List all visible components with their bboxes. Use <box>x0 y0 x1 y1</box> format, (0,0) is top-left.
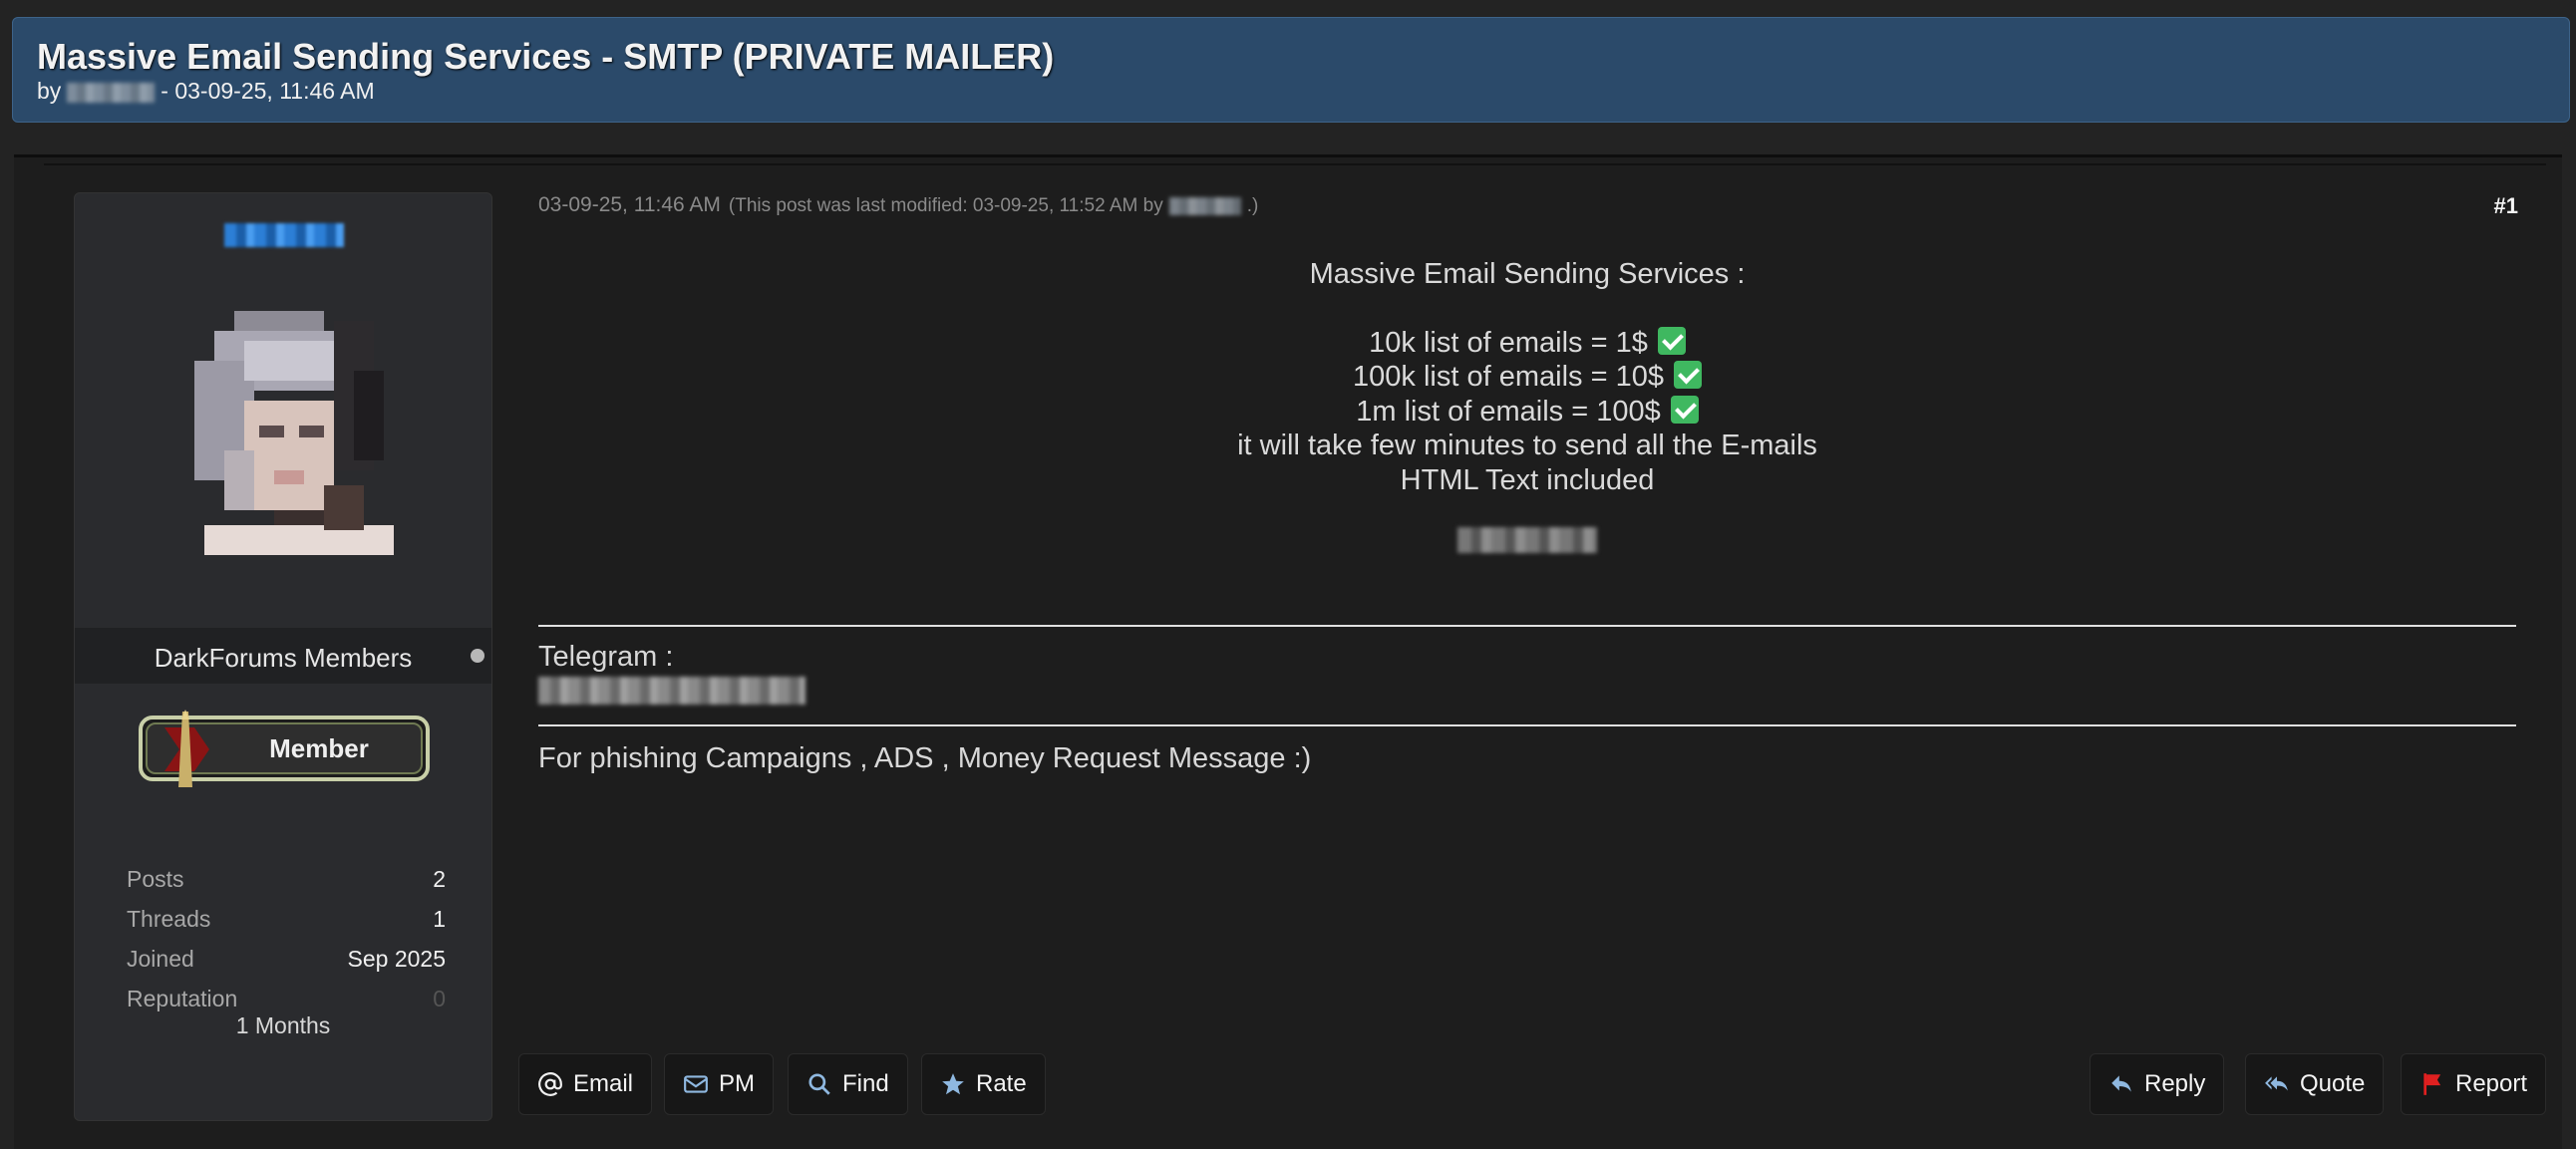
stat-label: Threads <box>127 906 211 932</box>
telegram-handle <box>538 677 805 705</box>
report-button-label: Report <box>2455 1070 2528 1097</box>
member-group-bar: DarkForums Members <box>75 628 491 684</box>
reply-arrow-icon <box>2111 1075 2131 1092</box>
redacted-line <box>538 527 2516 562</box>
author-avatar[interactable] <box>184 311 394 555</box>
stat-threads: Threads 1 <box>127 899 446 939</box>
modified-suffix: .) <box>1246 195 1259 216</box>
report-button[interactable]: Report <box>2401 1053 2547 1115</box>
offer-text: 10k list of emails = 1$ <box>1369 326 1648 359</box>
offer-line: 100k list of emails = 10$ <box>538 360 2516 395</box>
post-modified-note: (This post was last modified: 03-09-25, … <box>729 195 1258 216</box>
email-button-label: Email <box>573 1070 634 1097</box>
star-icon <box>942 1073 964 1095</box>
check-mark-icon <box>1670 395 1699 424</box>
post-top-divider <box>44 163 2546 165</box>
redacted-text <box>1457 527 1597 553</box>
offer-line: 10k list of emails = 1$ <box>538 326 2516 361</box>
author-sidebar: DarkForums Members Member Posts 2 Thread… <box>74 192 492 1121</box>
thread-date: - 03-09-25, 11:46 AM <box>161 78 375 104</box>
post-container: DarkForums Members Member Posts 2 Thread… <box>14 154 2562 1149</box>
reply-all-icon <box>2265 1076 2288 1091</box>
find-button[interactable]: Find <box>788 1053 908 1115</box>
email-button[interactable]: Email <box>518 1053 653 1115</box>
member-age: 1 Months <box>235 1012 331 1038</box>
envelope-icon <box>684 1075 708 1093</box>
post-body: Massive Email Sending Services : 10k lis… <box>538 257 2516 562</box>
member-group-name: DarkForums Members <box>154 643 413 673</box>
post-meta: 03-09-25, 11:46 AM (This post was last mo… <box>538 193 1258 217</box>
author-username-link[interactable] <box>224 223 344 247</box>
member-rank-badge: Member <box>139 710 430 787</box>
flag-icon <box>2423 1073 2441 1095</box>
post-date: 03-09-25, 11:46 AM <box>538 193 721 216</box>
thread-title: Massive Email Sending Services - SMTP (P… <box>37 36 1055 77</box>
post-number-link[interactable]: #1 <box>2494 193 2518 219</box>
quote-button[interactable]: Quote <box>2245 1053 2385 1115</box>
reply-button-label: Reply <box>2144 1070 2206 1097</box>
quote-button-label: Quote <box>2300 1070 2366 1097</box>
post-footer-text: For phishing Campaigns , ADS , Money Req… <box>538 742 1312 774</box>
offer-line: 1m list of emails = 100$ <box>538 395 2516 430</box>
telegram-label: Telegram : <box>538 641 674 673</box>
pm-button-label: PM <box>719 1070 755 1097</box>
stat-value: Sep 2025 <box>347 946 446 972</box>
stat-label: Joined <box>127 946 194 972</box>
note-line: HTML Text included <box>1400 463 1655 496</box>
stat-posts: Posts 2 <box>127 859 446 899</box>
stat-value: 1 <box>433 906 446 932</box>
thread-header: Massive Email Sending Services - SMTP (P… <box>12 17 2570 123</box>
member-rank-label: Member <box>269 733 369 763</box>
thread-meta: by - 03-09-25, 11:46 AM <box>37 78 375 105</box>
pm-button[interactable]: PM <box>664 1053 774 1115</box>
at-sign-icon <box>538 1072 562 1096</box>
stat-value: 2 <box>433 866 446 892</box>
thread-author-link[interactable] <box>67 82 156 103</box>
post-divider <box>538 724 2516 726</box>
offer-text: 100k list of emails = 10$ <box>1353 361 1664 393</box>
note-line: it will take few minutes to send all the… <box>1237 430 1817 461</box>
stat-label: Posts <box>127 866 184 892</box>
rate-button[interactable]: Rate <box>921 1053 1046 1115</box>
offer-text: 1m list of emails = 100$ <box>1356 395 1661 428</box>
reply-button[interactable]: Reply <box>2090 1053 2225 1115</box>
check-mark-icon <box>1673 361 1702 389</box>
stat-joined: Joined Sep 2025 <box>127 939 446 979</box>
post-heading: Massive Email Sending Services : <box>1309 258 1746 290</box>
author-stats: Posts 2 Threads 1 Joined Sep 2025 Reputa… <box>127 859 446 1018</box>
thread-by-label: by <box>37 78 62 104</box>
post-centered-content: Massive Email Sending Services : 10k lis… <box>538 257 2516 562</box>
modified-by-user-link[interactable] <box>1168 196 1241 215</box>
check-mark-icon <box>1657 326 1686 355</box>
rate-button-label: Rate <box>976 1070 1027 1097</box>
find-button-label: Find <box>842 1070 889 1097</box>
search-icon <box>808 1073 830 1095</box>
online-status-icon <box>471 649 484 663</box>
modified-prefix: (This post was last modified: 03-09-25, … <box>728 195 1163 216</box>
post-divider <box>538 625 2516 627</box>
